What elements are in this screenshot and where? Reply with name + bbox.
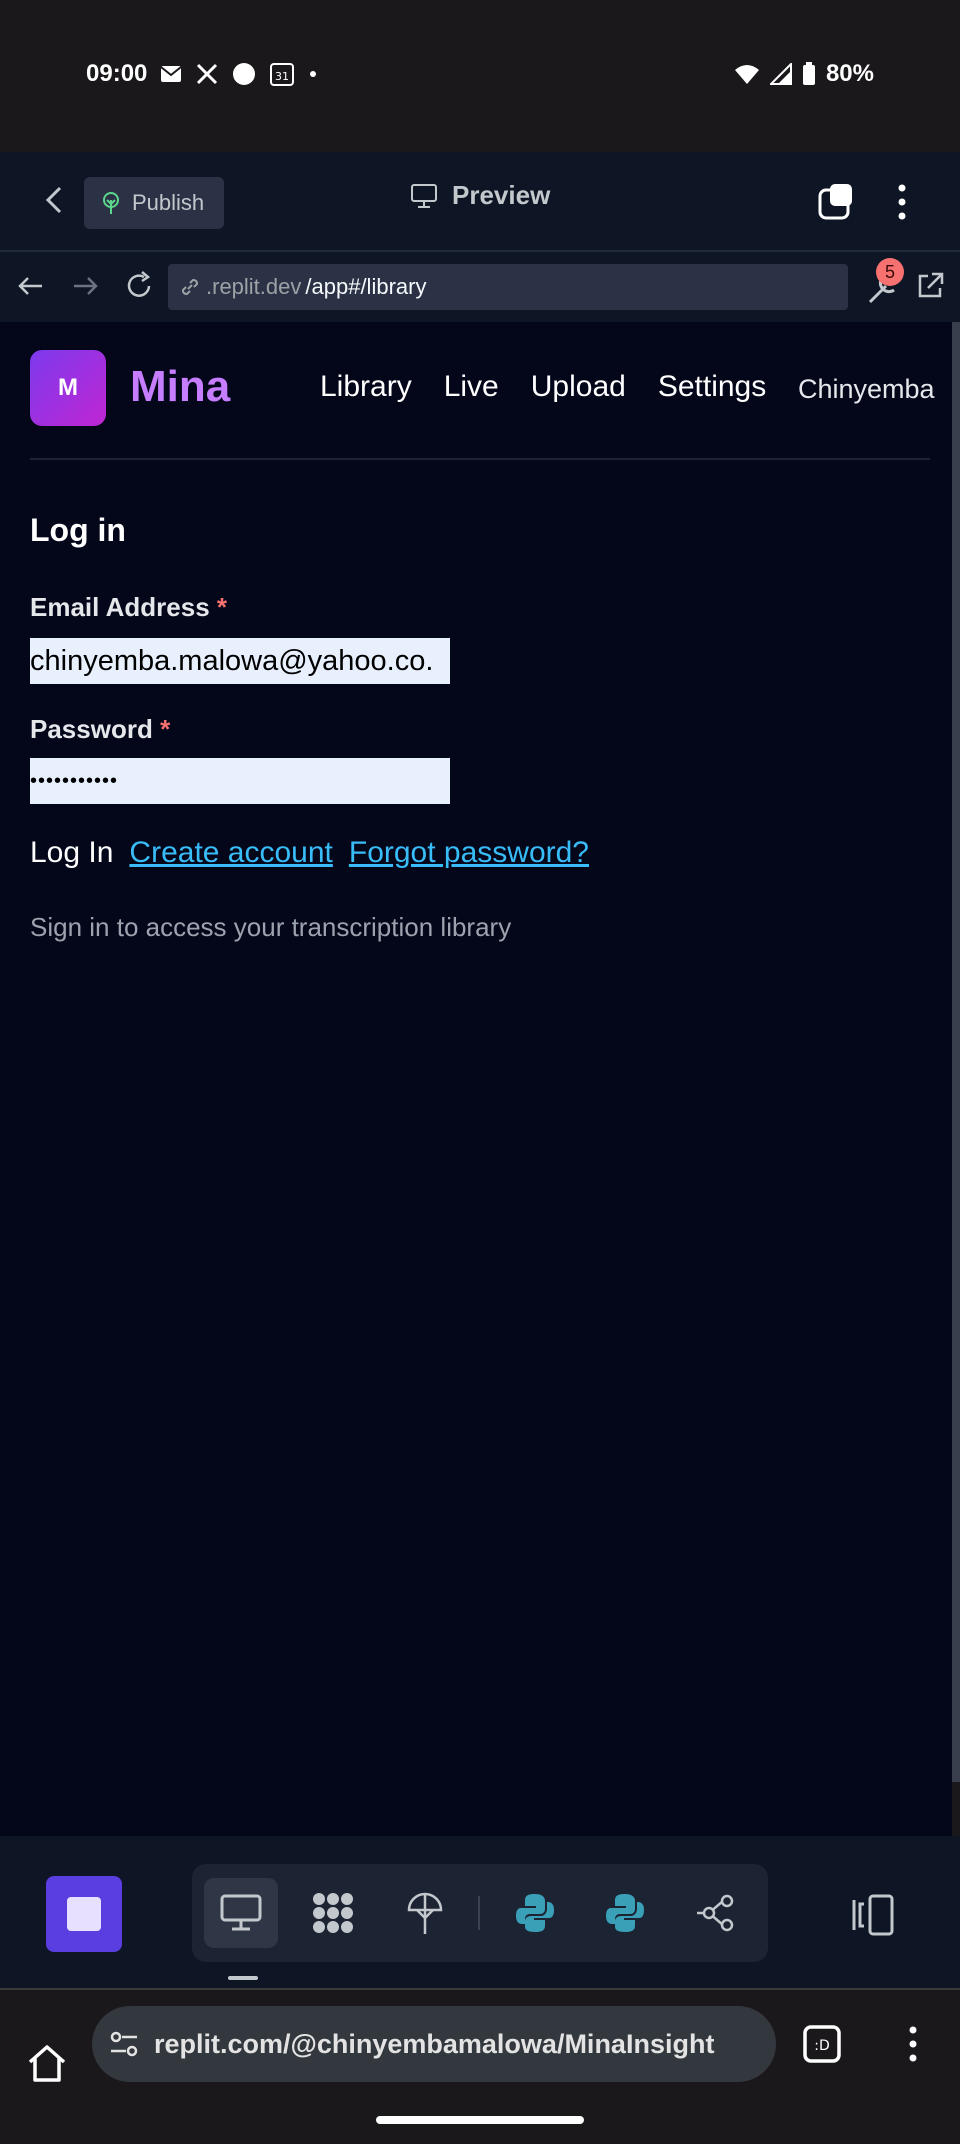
open-external-icon[interactable] <box>914 270 946 302</box>
python-tool-1[interactable] <box>498 1878 572 1948</box>
preview-label: Preview <box>452 180 551 210</box>
email-label: Email Address * <box>30 592 227 623</box>
brand-name[interactable]: Mina <box>130 362 230 412</box>
preview-title: Preview <box>410 180 550 211</box>
nav-upload[interactable]: Upload <box>531 370 626 404</box>
email-label-text: Email Address <box>30 592 210 622</box>
chrome-bottom-bar: replit.com/@chinyembamalowa/MinaInsight … <box>0 1988 960 2144</box>
wifi-icon <box>734 65 759 84</box>
git-tool[interactable] <box>678 1878 752 1948</box>
svg-text::D: :D <box>814 2038 830 2054</box>
back-arrow-icon[interactable] <box>14 269 48 303</box>
back-chevron-icon[interactable] <box>38 182 74 218</box>
main-nav: Library Live Upload Settings <box>320 370 766 404</box>
login-hint: Sign in to access your transcription lib… <box>30 912 512 942</box>
link-icon <box>181 278 199 296</box>
deploy-tool[interactable] <box>388 1878 462 1948</box>
email-field[interactable] <box>30 638 450 684</box>
create-account-link[interactable]: Create account <box>129 836 332 870</box>
status-time: 09:00 <box>86 60 148 87</box>
python-icon <box>606 1894 644 1932</box>
reload-icon[interactable] <box>122 269 156 303</box>
login-button[interactable]: Log In <box>30 836 113 870</box>
preview-scrollbar[interactable] <box>952 322 960 1782</box>
forward-arrow-icon[interactable] <box>68 269 102 303</box>
publish-tree-icon <box>103 192 119 214</box>
login-title: Log in <box>30 512 126 548</box>
password-field[interactable] <box>30 758 450 804</box>
chrome-menu-icon[interactable] <box>898 2024 928 2064</box>
workflow-tool[interactable] <box>296 1878 370 1948</box>
monitor-icon <box>411 183 437 208</box>
more-options-icon[interactable] <box>886 182 918 222</box>
home-icon[interactable] <box>26 2042 68 2084</box>
panel-toggle-icon[interactable] <box>848 1890 898 1940</box>
stop-button[interactable] <box>46 1876 122 1952</box>
url-domain: .replit.dev <box>206 274 302 299</box>
publish-button[interactable]: Publish <box>84 177 224 229</box>
stop-square-icon <box>67 1897 101 1931</box>
site-settings-icon <box>110 2031 138 2057</box>
app-logo[interactable]: M <box>30 350 106 426</box>
login-actions: Log In Create account Forgot password? <box>30 836 589 870</box>
app-header: M Mina Library Live Upload Settings Chin… <box>30 350 935 430</box>
url-path: /app#/library <box>305 274 427 299</box>
preview-url-field[interactable]: .replit.dev/app#/library <box>168 264 848 310</box>
tab-switcher-icon[interactable]: :D <box>802 2024 842 2064</box>
deploy-umbrella-icon <box>407 1892 443 1934</box>
python-icon <box>516 1894 554 1932</box>
preview-tool[interactable] <box>204 1878 278 1948</box>
publish-label: Publish <box>132 190 205 215</box>
header-divider <box>30 458 930 460</box>
omnibox-url: replit.com/@chinyembamalowa/MinaInsight <box>154 2028 715 2059</box>
mail-icon <box>160 66 182 82</box>
nav-live[interactable]: Live <box>444 370 499 404</box>
gesture-bar[interactable] <box>376 2116 584 2124</box>
chrome-omnibox[interactable]: replit.com/@chinyembamalowa/MinaInsight <box>92 2006 776 2082</box>
status-bar: 09:00 31 80% <box>0 0 960 152</box>
required-asterisk: * <box>160 714 171 744</box>
calendar-icon: 31 <box>270 63 294 86</box>
git-branch-icon <box>697 1894 734 1932</box>
forgot-password-link[interactable]: Forgot password? <box>349 836 589 870</box>
svg-text:31: 31 <box>275 70 289 83</box>
circle-icon <box>233 63 255 85</box>
app-viewport: M Mina Library Live Upload Settings Chin… <box>0 322 952 1836</box>
x-icon <box>196 63 218 85</box>
notification-badge: 5 <box>876 258 904 286</box>
replit-toolbar <box>0 1836 960 1988</box>
user-name[interactable]: Chinyemba <box>798 374 935 405</box>
tabs-icon[interactable] <box>816 182 856 222</box>
battery-icon <box>802 62 815 85</box>
active-tool-indicator <box>228 1976 258 1980</box>
required-asterisk: * <box>216 592 228 622</box>
python-tool-2[interactable] <box>588 1878 662 1948</box>
nav-settings[interactable]: Settings <box>658 370 766 404</box>
battery-percent: 80% <box>825 60 874 87</box>
signal-icon <box>769 63 792 85</box>
preview-browser-bar: .replit.dev/app#/library <box>0 252 960 324</box>
notification-icons: 31 <box>160 62 318 86</box>
system-icons: 80% <box>734 60 874 88</box>
tool-switcher <box>192 1864 768 1962</box>
password-label: Password * <box>30 714 170 745</box>
grid-dots-icon <box>313 1893 353 1933</box>
nav-library[interactable]: Library <box>320 370 412 404</box>
toolbar-separator <box>478 1896 480 1930</box>
password-label-text: Password <box>30 714 153 744</box>
monitor-icon <box>220 1894 262 1931</box>
replit-header: Publish Preview <box>0 152 960 252</box>
dot-icon <box>310 71 316 77</box>
